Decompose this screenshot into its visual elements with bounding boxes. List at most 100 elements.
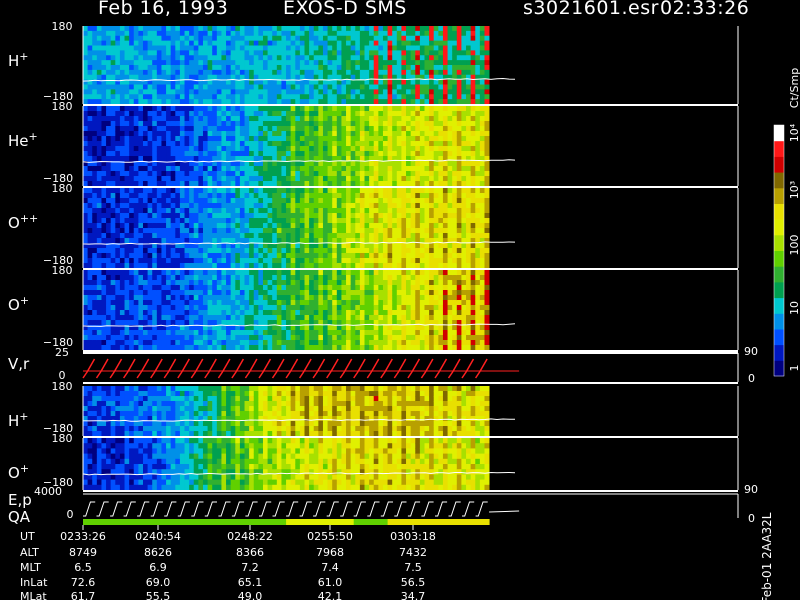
spectrogram-cell — [318, 79, 324, 85]
spectrogram-cell — [396, 263, 402, 269]
spectrogram-cell — [216, 166, 222, 172]
spectrogram-cell — [83, 26, 89, 32]
spectrogram-cell — [101, 270, 107, 276]
spectrogram-cell — [382, 55, 388, 61]
spectrogram-cell — [142, 121, 148, 127]
spectrogram-cell — [276, 203, 282, 209]
spectrogram-cell — [406, 233, 412, 239]
spectrogram-cell — [433, 131, 439, 137]
spectrogram-cell — [419, 243, 425, 249]
spectrogram-cell — [406, 65, 412, 71]
spectrogram-cell — [244, 253, 250, 259]
spectrogram-cell — [212, 171, 218, 177]
spectrogram-cell — [276, 69, 282, 76]
spectrogram-cell — [322, 171, 328, 177]
spectrogram-cell — [276, 136, 282, 142]
spectrogram-cell — [96, 131, 102, 137]
spectrogram-cell — [295, 111, 301, 117]
spectrogram-cell — [299, 146, 305, 152]
spectrogram-cell — [452, 208, 458, 214]
spectrogram-cell — [290, 65, 296, 71]
spectrogram-cell — [198, 213, 204, 219]
spectrogram-cell — [484, 146, 490, 152]
spectrogram-cell — [142, 270, 148, 276]
spectrogram-cell — [96, 74, 102, 81]
spectrogram-cell — [124, 166, 130, 172]
spectrogram-cell — [290, 171, 296, 177]
spectrogram-cell — [382, 50, 388, 56]
spectrogram-cell — [299, 213, 305, 219]
spectrogram-cell — [166, 330, 172, 336]
spectrogram-cell — [249, 325, 255, 331]
spectrogram-cell — [175, 171, 181, 177]
spectrogram-cell — [392, 99, 398, 105]
spectrogram-cell — [161, 151, 167, 157]
spectrogram-cell — [189, 335, 195, 341]
spectrogram-cell — [461, 121, 467, 127]
spectrogram-cell — [249, 131, 255, 137]
spectrogram-cell — [406, 263, 412, 269]
spectrogram-cell — [332, 253, 338, 259]
spectrogram-cell — [184, 320, 190, 326]
spectrogram-cell — [202, 300, 208, 306]
spectrogram-cell — [281, 270, 287, 276]
spectrogram-cell — [475, 166, 481, 172]
spectrogram-cell — [170, 26, 176, 32]
spectrogram-cell — [129, 275, 135, 281]
spectrogram-cell — [281, 156, 287, 162]
spectrogram-panel-4 — [82, 270, 516, 351]
spectrogram-cell — [258, 305, 264, 311]
spectrogram-cell — [359, 35, 365, 42]
spectrogram-cell — [96, 26, 102, 32]
spectrogram-cell — [262, 35, 268, 42]
spectrogram-cell — [87, 99, 93, 105]
spectrogram-cell — [156, 208, 162, 214]
spectrogram-cell — [226, 171, 232, 177]
spectrogram-cell — [429, 65, 435, 71]
spectrogram-cell — [101, 198, 107, 204]
spectrogram-cell — [101, 188, 107, 194]
spectrogram-cell — [253, 275, 259, 281]
spectrogram-cell — [424, 45, 430, 51]
spectrogram-cell — [156, 345, 162, 351]
spectrogram-cell — [249, 151, 255, 157]
spectrogram-cell — [290, 121, 296, 127]
spectrogram-cell — [267, 65, 273, 71]
spectrogram-cell — [138, 40, 144, 46]
spectrogram-cell — [156, 181, 162, 187]
spectrogram-cell — [267, 84, 273, 90]
spectrogram-cell — [179, 330, 185, 336]
spectrogram-cell — [152, 300, 158, 306]
spectrogram-cell — [456, 55, 462, 61]
spectrogram-cell — [161, 233, 167, 239]
spectrogram-cell — [133, 171, 139, 177]
spectrogram-cell — [359, 223, 365, 229]
spectrogram-cell — [115, 166, 121, 172]
spectrogram-cell — [327, 243, 333, 249]
spectrogram-cell — [346, 136, 352, 142]
spectrogram-cell — [216, 94, 222, 100]
spectrogram-cell — [253, 55, 259, 61]
spectrogram-cell — [216, 151, 222, 157]
spectrogram-cell — [424, 258, 430, 264]
spectrogram-cell — [290, 55, 296, 61]
spectrogram-cell — [156, 106, 162, 112]
spectrogram-cell — [295, 121, 301, 127]
spectrogram-cell — [96, 146, 102, 152]
axis-tick-top: 180 — [52, 182, 73, 195]
spectrogram-cell — [267, 263, 273, 269]
spectrogram-cell — [258, 295, 264, 301]
spectrogram-cell — [424, 65, 430, 71]
spectrogram-cell — [106, 156, 112, 162]
spectrogram-cell — [253, 40, 259, 46]
spectrogram-cell — [466, 176, 472, 182]
spectrogram-cell — [110, 60, 116, 66]
spectrogram-cell — [221, 74, 227, 81]
spectrogram-cell — [87, 320, 93, 326]
spectrogram-cell — [198, 263, 204, 269]
spectrogram-cell — [475, 45, 481, 51]
spectrogram-cell — [378, 126, 384, 132]
spectrogram-cell — [262, 40, 268, 46]
spectrogram-cell — [475, 131, 481, 137]
spectrogram-cell — [355, 213, 361, 219]
